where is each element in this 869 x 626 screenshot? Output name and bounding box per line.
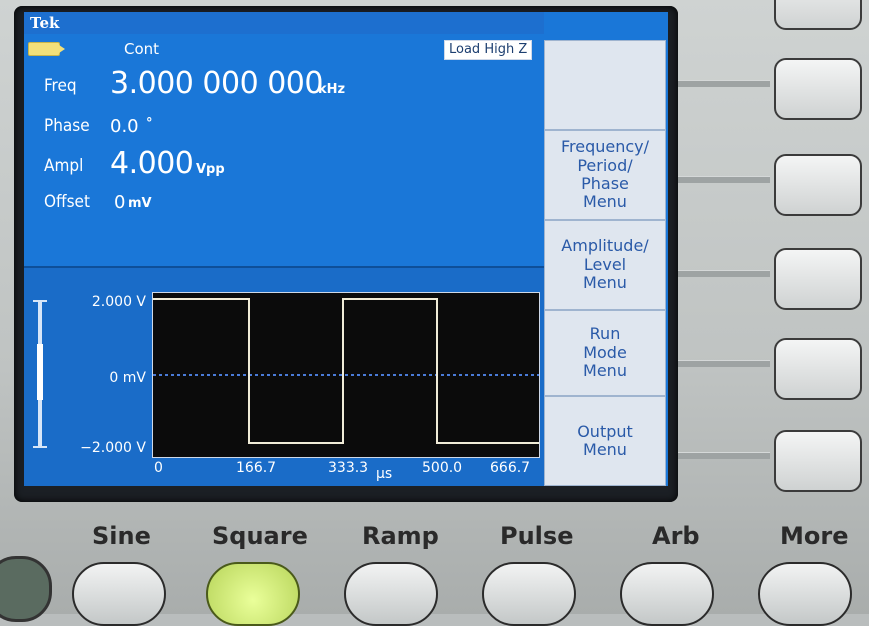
run-mode-label: Cont bbox=[124, 40, 160, 58]
y-label-bottom: −2.000 V bbox=[80, 440, 146, 456]
level-indicator bbox=[37, 344, 43, 400]
arb-button[interactable] bbox=[620, 562, 714, 626]
bezel-button-4[interactable] bbox=[774, 338, 862, 400]
pulse-button[interactable] bbox=[482, 562, 576, 626]
status-bar: Tek bbox=[24, 12, 544, 34]
softkey-1[interactable] bbox=[544, 40, 666, 130]
sine-button[interactable] bbox=[72, 562, 166, 626]
arb-label: Arb bbox=[652, 522, 700, 550]
load-indicator: Load High Z bbox=[444, 40, 533, 60]
bezel-line-5 bbox=[678, 452, 770, 459]
x-tick-4: 666.7 bbox=[490, 460, 531, 476]
y-label-mid: 0 mV bbox=[109, 370, 146, 386]
waveform-svg bbox=[153, 298, 539, 444]
softkey-amplitude-level-menu[interactable]: Amplitude/Level Menu bbox=[544, 220, 666, 310]
more-label: More bbox=[780, 522, 849, 550]
phase-unit: ° bbox=[146, 116, 153, 131]
sine-label: Sine bbox=[92, 522, 151, 550]
softkey-run-mode-menu[interactable]: Run Mode Menu bbox=[544, 310, 666, 396]
level-tick-top bbox=[33, 300, 47, 302]
bezel-button-2[interactable] bbox=[774, 154, 862, 216]
pulse-label: Pulse bbox=[500, 522, 574, 550]
softkey-menu: Frequency/Period/Phase Menu Amplitude/Lev… bbox=[544, 40, 668, 486]
x-tick-1: 166.7 bbox=[236, 460, 277, 476]
ramp-label: Ramp bbox=[362, 522, 439, 550]
offset-value: 0 bbox=[114, 192, 126, 213]
function-buttons: Sine Square Ramp Pulse Arb More bbox=[0, 508, 869, 626]
freq-unit: kHz bbox=[318, 82, 346, 97]
bezel-button-top[interactable] bbox=[774, 0, 862, 30]
more-button[interactable] bbox=[758, 562, 852, 626]
x-unit: µs bbox=[376, 466, 393, 482]
x-tick-0: 0 bbox=[154, 460, 163, 476]
bezel-line-1 bbox=[678, 80, 770, 87]
ampl-value: 4.000 bbox=[110, 146, 194, 181]
softkey-output-menu[interactable]: Output Menu bbox=[544, 396, 666, 486]
bezel-button-3[interactable] bbox=[774, 248, 862, 310]
freq-value: 3.000 000 000 bbox=[110, 66, 323, 101]
power-knob[interactable] bbox=[0, 556, 52, 622]
x-tick-2: 333.3 bbox=[328, 460, 369, 476]
x-tick-3: 500.0 bbox=[422, 460, 463, 476]
level-tick-bottom bbox=[33, 446, 47, 448]
square-button[interactable] bbox=[206, 562, 300, 626]
y-label-top: 2.000 V bbox=[91, 294, 146, 310]
ramp-button[interactable] bbox=[344, 562, 438, 626]
bezel-button-1[interactable] bbox=[774, 58, 862, 120]
phase-label: Phase bbox=[44, 116, 90, 136]
battery-icon bbox=[28, 42, 65, 56]
offset-unit: mV bbox=[128, 196, 152, 211]
ampl-label: Ampl bbox=[44, 156, 84, 176]
square-wave-trace bbox=[153, 298, 539, 444]
display-screen: Tek Cont Load High Z Freq 3.000 000 000 … bbox=[24, 12, 668, 486]
offset-label: Offset bbox=[44, 192, 90, 212]
ampl-unit: Vpp bbox=[196, 162, 225, 177]
softkey-frequency-period-phase-menu[interactable]: Frequency/Period/Phase Menu bbox=[544, 130, 666, 220]
waveform-area: 2.000 V 0 mV −2.000 V 0 166.7 333.3 µs 5… bbox=[24, 266, 544, 486]
square-label: Square bbox=[212, 522, 308, 550]
phase-value: 0.0 bbox=[110, 116, 139, 137]
waveform-plot bbox=[152, 292, 540, 458]
freq-label: Freq bbox=[44, 76, 77, 96]
bezel-button-5[interactable] bbox=[774, 430, 862, 492]
bezel-line-2 bbox=[678, 176, 770, 183]
brand-logo: Tek bbox=[30, 14, 60, 32]
bezel-line-4 bbox=[678, 360, 770, 367]
bezel-line-3 bbox=[678, 270, 770, 277]
